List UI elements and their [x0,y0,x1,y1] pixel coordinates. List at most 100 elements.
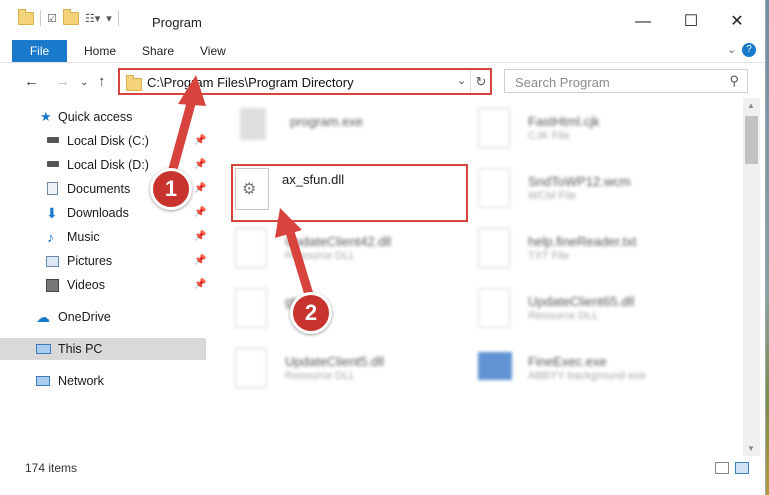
scrollbar-thumb[interactable] [745,116,758,164]
file-name: FastHtml.cjk [528,114,600,129]
recent-locations-icon[interactable]: ⌄ [80,77,88,88]
new-folder-icon[interactable] [62,8,79,25]
help-icon[interactable]: ? [742,43,756,57]
file-type: Resource DLL [285,370,356,382]
step-badge-2: 2 [290,292,332,334]
view-options-icon[interactable]: ☷▾ [85,12,100,25]
file-name: UpdateClient65.dll [528,294,635,309]
tab-view[interactable]: View [200,40,226,62]
address-dropdown-icon[interactable]: ⌄ [457,74,466,87]
search-input[interactable] [513,73,727,91]
file-item[interactable]: help.fineReader.txt TXT File [478,228,708,288]
step-badge-1: 1 [150,168,192,210]
item-count: 174 items [25,461,78,475]
drive-icon [47,137,59,143]
maximize-icon[interactable]: ☐ [676,8,706,36]
pin-icon[interactable]: 📌 [194,178,206,200]
window-title: Program [152,15,202,30]
download-icon: ⬇ [46,205,58,221]
cloud-icon: ☁ [36,309,50,325]
file-icon [478,228,510,268]
file-list: program.exe FastHtml.cjk CJK File ⚙ ax_s… [210,98,743,438]
dll-file-icon [235,348,267,388]
pin-icon[interactable]: 📌 [194,202,206,224]
pin-icon[interactable]: 📌 [194,154,206,176]
file-item[interactable]: UpdateClient5.dll Resource DLL [235,348,465,408]
sidebar-item-label: Pictures [67,254,113,268]
forward-arrow-icon[interactable]: → [55,73,70,90]
file-item[interactable]: FineExec.exe ABBYY background exe [478,348,708,408]
status-bar: 174 items [0,458,765,478]
file-item[interactable]: FastHtml.cjk CJK File [478,108,708,168]
sidebar-item-label: Music [67,230,100,244]
sidebar-item-this-pc[interactable]: This PC [0,338,206,360]
address-bar[interactable]: C:\Program Files\Program Directory ⌄ ↻ [118,68,492,95]
sidebar-item-label: Videos [67,278,105,292]
network-icon [36,376,50,386]
file-type: TXT File [528,250,570,262]
file-icon [478,168,510,208]
dll-file-icon [478,288,510,328]
pin-icon[interactable]: 📌 [194,226,206,248]
close-icon[interactable]: ✕ [722,8,752,36]
pin-icon[interactable]: 📌 [194,274,206,296]
sidebar-item-local-disk-c[interactable]: Local Disk (C:) 📌 [0,130,206,152]
sidebar-item-music[interactable]: ♪ Music 📌 [0,226,206,248]
file-highlight-box [231,164,468,222]
file-name: UpdateClient5.dll [285,354,385,369]
pin-icon[interactable]: 📌 [194,250,206,272]
tab-share[interactable]: Share [142,40,174,62]
navigation-pane: ★ Quick access Local Disk (C:) 📌 Local D… [0,98,208,458]
refresh-icon[interactable]: ↻ [470,70,491,93]
details-view-icon[interactable] [715,462,729,474]
sidebar-item-network[interactable]: Network [0,370,206,392]
ribbon: File Home Share View ⌄ ? [0,40,765,63]
up-arrow-icon[interactable]: ↑ [98,73,106,90]
sidebar-item-quick-access[interactable]: ★ Quick access [0,106,206,128]
sidebar-item-label: Documents [67,182,131,196]
expand-ribbon-icon[interactable]: ⌄ [727,43,736,56]
file-type: CJK File [528,130,570,142]
folder-icon [18,8,34,25]
customize-toolbar-icon[interactable]: ▾ [106,12,112,25]
large-icons-view-icon[interactable] [735,462,749,474]
scroll-up-icon[interactable]: ▲ [747,101,755,110]
sidebar-item-pictures[interactable]: Pictures 📌 [0,250,206,272]
sidebar-item-onedrive[interactable]: ☁ OneDrive [0,306,206,328]
sidebar-item-label: This PC [58,342,103,356]
sidebar-item-label: Downloads [67,206,129,220]
folder-icon [126,75,142,91]
file-item[interactable]: SndToWP12.wcm WCM File [478,168,708,228]
sidebar-item-label: Network [58,374,104,388]
file-type: ABBYY background exe [528,370,646,382]
tab-file[interactable]: File [12,40,67,62]
sidebar-item-label: Local Disk (D:) [67,158,149,172]
minimize-icon[interactable]: — [628,8,658,36]
tab-home[interactable]: Home [84,40,116,62]
pin-icon[interactable]: 📌 [194,130,206,152]
search-icon[interactable]: ⚲ [729,73,739,89]
sidebar-item-videos[interactable]: Videos 📌 [0,274,206,296]
computer-icon [36,344,51,354]
explorer-window: ☑ ☷▾ ▾ Program — ☐ ✕ File Home Share Vie… [0,0,766,495]
file-item[interactable]: UpdateClient42.dll Resource DLL [235,228,465,288]
back-arrow-icon[interactable]: ← [24,73,39,90]
pictures-icon [46,256,59,267]
exe-icon [240,108,266,140]
address-path[interactable]: C:\Program Files\Program Directory [147,75,354,90]
divider [40,10,41,26]
quick-access-toolbar: ☑ ☷▾ ▾ [18,8,119,26]
dll-file-icon [235,228,267,268]
navigation-bar: ← → ⌄ ↑ C:\Program Files\Program Directo… [0,64,765,98]
dll-file-icon [235,288,267,328]
drive-icon [47,161,59,167]
properties-icon[interactable]: ☑ [47,12,57,25]
music-icon: ♪ [47,229,54,245]
file-item[interactable]: program.exe [240,108,470,168]
search-box[interactable]: ⚲ [504,69,748,93]
file-item[interactable]: gt [235,288,465,348]
file-item[interactable]: UpdateClient65.dll Resource DLL [478,288,708,348]
divider [117,10,119,26]
vertical-scrollbar[interactable]: ▲ ▼ [743,98,760,456]
scroll-down-icon[interactable]: ▼ [747,444,755,453]
